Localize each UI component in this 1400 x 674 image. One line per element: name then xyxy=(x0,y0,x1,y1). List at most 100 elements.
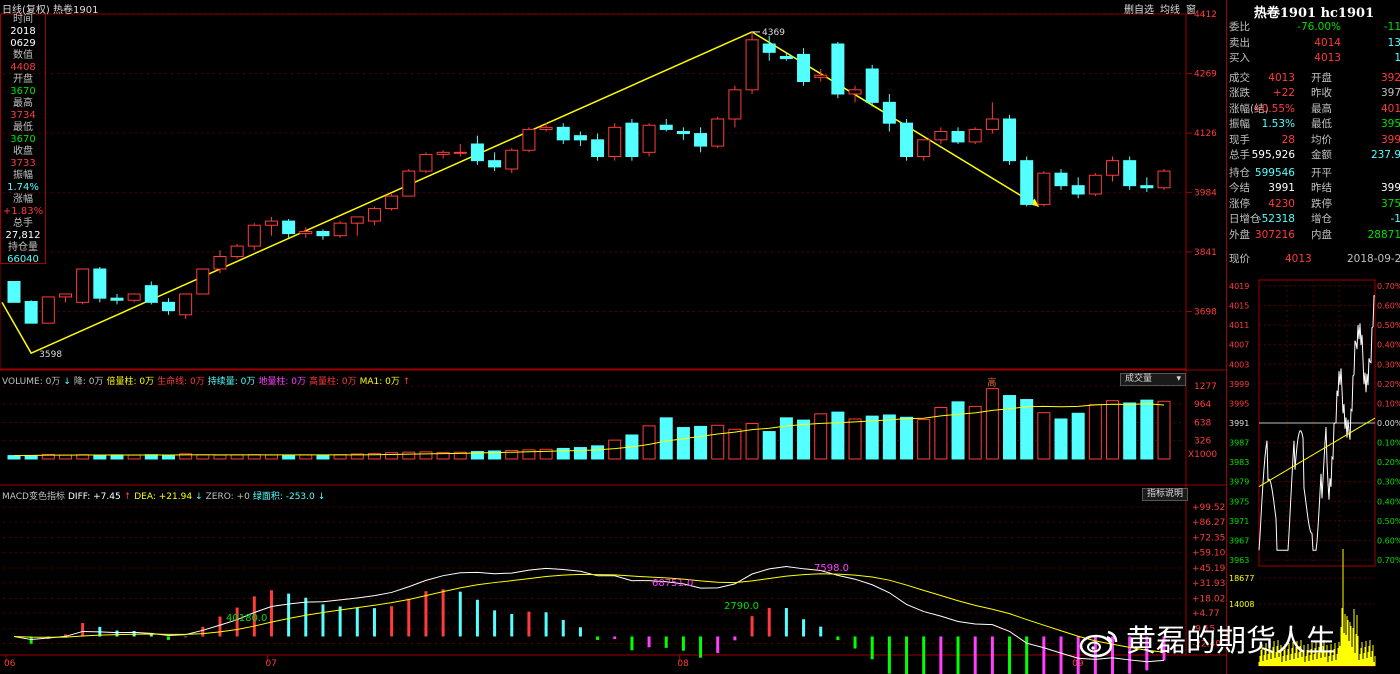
remove-favorite-button[interactable]: 删自选 xyxy=(1124,1,1154,16)
volume-bar xyxy=(316,454,330,460)
macd-header-item: ZERO: +0 xyxy=(205,492,250,502)
volume-bar xyxy=(848,418,862,460)
candle-body xyxy=(625,122,639,157)
kline-chart[interactable]: 4412426941263984384136981277964638326X10… xyxy=(0,0,1226,674)
mini-price-label: 3987 xyxy=(1229,439,1249,448)
candle-body xyxy=(1003,118,1017,162)
candle-body xyxy=(1037,172,1051,205)
volume-bar xyxy=(7,455,21,460)
candle-body xyxy=(934,131,948,141)
quote-label: 外盘 xyxy=(1229,228,1250,241)
volume-bar xyxy=(865,415,879,460)
mini-pct-label: 0.40% xyxy=(1377,497,1400,506)
volume-indicator-select[interactable]: 成交量 ▾ xyxy=(1120,373,1186,386)
volume-bar xyxy=(608,439,622,460)
watermark: 黄磊的期货人生 xyxy=(1078,616,1336,660)
quote-row: 委比 -76.00% -11 xyxy=(1227,20,1400,36)
info-panel-item: 收盘 xyxy=(13,146,33,157)
macd-header-item: ↓ xyxy=(317,492,326,502)
volume-bar xyxy=(127,454,141,460)
candle-body xyxy=(848,89,862,95)
macd-header-item: ↑ xyxy=(123,492,132,502)
candle-body xyxy=(831,43,845,95)
price-panel-frame xyxy=(0,13,1187,370)
macd-axis-label: +86.27 xyxy=(1192,518,1225,528)
volume-bar xyxy=(1054,418,1068,460)
quote-value: 375 xyxy=(1380,197,1400,210)
info-panel-item: 持仓量 xyxy=(8,242,38,253)
macd-histogram: 40180.0 68751.0 2790.0 7598.0 xyxy=(13,563,1166,674)
candle-body xyxy=(58,293,72,298)
quote-label: 总手 xyxy=(1229,149,1250,161)
volume-bar xyxy=(591,445,605,460)
quote-value: 595,926 xyxy=(1251,149,1295,161)
month-label: 08 xyxy=(677,659,689,669)
volume-header: VOLUME: 0万 ↓ 降: 0万 倍量柱: 0万 生命线: 0万 持续量: 0万 地量柱… xyxy=(2,374,413,387)
candle-body xyxy=(985,118,999,130)
quote-value: -11 xyxy=(1383,21,1400,33)
quote-value: 4230 xyxy=(1268,197,1295,210)
watermark-text: 黄磊的期货人生 xyxy=(1126,624,1336,659)
info-panel-item: 66040 xyxy=(7,254,39,265)
candle-body xyxy=(539,126,553,130)
volume-bar xyxy=(247,454,261,460)
window-button[interactable]: 窗 xyxy=(1186,1,1196,16)
candle-body xyxy=(367,208,381,222)
candle-body xyxy=(230,245,244,257)
quote-label: 内盘 xyxy=(1311,228,1332,241)
mini-price-label: 3979 xyxy=(1229,478,1249,487)
quote-label: 今结 xyxy=(1229,182,1250,194)
month-label: 06 xyxy=(4,659,16,669)
mini-price-label: 3991 xyxy=(1229,419,1249,428)
candle-body xyxy=(865,68,879,103)
quote-value: 395 xyxy=(1380,118,1400,130)
vol-header-item: 降: 0万 xyxy=(73,377,104,387)
candle-body xyxy=(1020,160,1034,205)
volume-bar xyxy=(882,414,896,460)
macd-header-item: ↓ xyxy=(195,492,203,502)
price-axis-label: 3698 xyxy=(1194,308,1217,318)
info-panel-item: 总手 xyxy=(13,218,33,229)
mini-price-label: 4011 xyxy=(1229,321,1249,330)
quote-value: 1.53% xyxy=(1261,118,1295,130)
quote-row: 振幅 1.53% 最低 395 xyxy=(1227,117,1400,133)
info-panel-item: 最高 xyxy=(13,98,33,109)
volume-bar xyxy=(762,431,776,460)
candle-body xyxy=(814,74,828,78)
vol-header-item: 持续量: 0万 xyxy=(207,377,256,387)
month-label: 07 xyxy=(265,659,276,669)
intraday-chart: 4019 0.70% 4015 0.60% 4011 0.50% 4007 0.40% 4003… xyxy=(1229,279,1400,667)
info-panel-item: 3734 xyxy=(10,110,36,121)
volume-bar xyxy=(1088,404,1102,460)
info-panel-item: 振幅 xyxy=(13,170,33,181)
moving-average-button[interactable]: 均线 xyxy=(1160,1,1180,16)
vol-header-item: 生命线: 0万 xyxy=(157,377,205,387)
candle-body xyxy=(282,220,296,235)
volume-bar xyxy=(282,454,296,460)
candle-body xyxy=(436,151,450,155)
indicator-help-button[interactable]: 指标说明 xyxy=(1142,488,1189,501)
info-panel-item: +1.83% xyxy=(2,206,44,217)
mini-price-label: 3963 xyxy=(1229,556,1249,565)
quote-label: 最低 xyxy=(1311,118,1332,130)
quote-value: 13 xyxy=(1387,36,1400,49)
quote-row: 持仓 599546 开平 xyxy=(1227,166,1400,182)
quote-value: +22 xyxy=(1272,87,1295,99)
volume-bar xyxy=(573,447,587,460)
mini-pct-label: 0.10% xyxy=(1377,439,1400,448)
macd-annotation: 7598.0 xyxy=(814,563,849,574)
chart-top-bar: 日线(复权) 热卷1901 删自选 均线 窗 xyxy=(0,0,1198,16)
candle-body xyxy=(522,128,536,151)
volume-bar xyxy=(419,451,433,460)
macd-header-item: DIFF: +7.45 xyxy=(67,492,121,502)
candle-body xyxy=(488,160,502,168)
candle-body xyxy=(676,131,690,135)
mini-pct-label: 0.70% xyxy=(1377,556,1400,565)
quote-label: 日增仓 xyxy=(1229,213,1261,225)
mini-price-label: 4003 xyxy=(1229,360,1249,369)
mini-price-label: 3995 xyxy=(1229,399,1249,408)
price-axis-label: 3984 xyxy=(1194,188,1217,198)
mini-price-label: 4019 xyxy=(1229,282,1249,291)
quote-row: 日增仓 -52318 增仓 -1 xyxy=(1227,212,1400,228)
macd-annotation: 40180.0 xyxy=(226,613,267,624)
